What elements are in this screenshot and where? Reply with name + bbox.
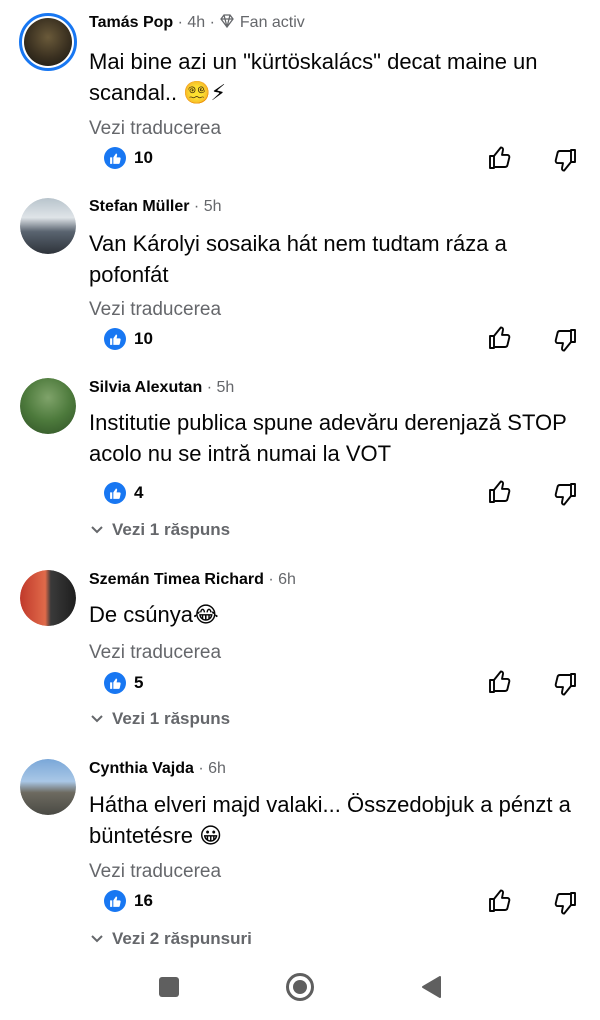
square-icon <box>159 977 179 997</box>
reaction-summary[interactable]: 4 <box>104 481 143 505</box>
like-badge-icon <box>104 328 126 350</box>
thumbs-down-icon[interactable] <box>552 327 578 353</box>
thumbs-down-icon[interactable] <box>552 671 578 697</box>
reaction-summary[interactable]: 5 <box>104 671 143 695</box>
view-replies-label: Vezi 2 răspunsuri <box>112 929 252 948</box>
thumbs-up-icon[interactable] <box>487 145 513 171</box>
comment-text: Mai bine azi un "kürtöskalács" decat mai… <box>89 49 538 105</box>
thumbs-down-icon[interactable] <box>552 147 578 173</box>
like-count: 16 <box>134 891 153 910</box>
like-count: 10 <box>134 148 153 167</box>
author-name[interactable]: Stefan Müller <box>89 198 189 215</box>
thumbs-down-icon[interactable] <box>552 890 578 916</box>
comment-text: Hátha elveri majd valaki... Összedobjuk … <box>89 792 571 848</box>
recents-button[interactable] <box>152 970 186 1004</box>
avatar[interactable] <box>20 570 76 626</box>
comment-text: De csúnya😂 <box>89 602 219 627</box>
thumbs-up-icon[interactable] <box>487 325 513 351</box>
back-button[interactable] <box>414 970 448 1004</box>
comment-time: 6h <box>278 571 296 588</box>
avatar[interactable] <box>20 378 76 434</box>
thumbs-down-icon[interactable] <box>552 481 578 507</box>
avatar[interactable] <box>19 13 77 71</box>
avatar[interactable] <box>20 198 76 254</box>
comment-time: 5h <box>216 379 235 396</box>
like-badge-icon <box>104 482 126 504</box>
like-count: 5 <box>134 673 144 692</box>
view-replies-button[interactable]: Vezi 2 răspunsuri <box>90 929 252 949</box>
see-translation-link[interactable]: Vezi traducerea <box>89 861 221 883</box>
like-badge-icon <box>104 890 126 912</box>
diamond-icon <box>219 14 239 31</box>
view-replies-button[interactable]: Vezi 1 răspuns <box>90 520 230 540</box>
thumbs-up-icon[interactable] <box>487 479 513 505</box>
chevron-down-icon <box>91 526 103 534</box>
like-count: 10 <box>134 329 153 348</box>
like-count: 4 <box>134 483 144 502</box>
reaction-summary[interactable]: 10 <box>104 327 153 351</box>
system-navigation-bar <box>0 960 600 1010</box>
see-translation-link[interactable]: Vezi traducerea <box>89 299 221 321</box>
see-translation-link[interactable]: Vezi traducerea <box>89 642 221 664</box>
author-name[interactable]: Tamás Pop <box>89 14 173 31</box>
thumbs-up-icon[interactable] <box>487 888 513 914</box>
reaction-summary[interactable]: 10 <box>104 146 153 170</box>
author-name[interactable]: Cynthia Vajda <box>89 760 194 777</box>
chevron-down-icon <box>91 935 103 943</box>
like-badge-icon <box>104 147 126 169</box>
comment-meta: Cynthia Vajda · 6h <box>89 760 226 777</box>
comment-meta: Tamás Pop · 4h · Fan activ <box>89 14 305 31</box>
chevron-down-icon <box>91 715 103 723</box>
view-replies-label: Vezi 1 răspuns <box>112 709 231 728</box>
circle-icon <box>286 973 314 1001</box>
view-replies-label: Vezi 1 răspuns <box>112 520 231 539</box>
home-button[interactable] <box>283 970 317 1004</box>
reaction-summary[interactable]: 16 <box>104 889 153 913</box>
comment-meta: Stefan Müller · 5h <box>89 198 222 215</box>
see-translation-link[interactable]: Vezi traducerea <box>89 118 221 140</box>
avatar[interactable] <box>20 759 76 815</box>
comment-time: 5h <box>203 198 222 215</box>
author-name[interactable]: Silvia Alexutan <box>89 379 202 396</box>
comment-meta: Silvia Alexutan · 5h <box>89 379 235 396</box>
like-badge-icon <box>104 672 126 694</box>
fan-badge: Fan activ <box>239 14 305 31</box>
author-name[interactable]: Szemán Timea Richard <box>89 571 264 588</box>
comment-time: 6h <box>208 760 226 777</box>
comment-meta: Szemán Timea Richard · 6h <box>89 571 296 588</box>
comment-text: Van Károlyi sosaika hát nem tudtam ráza … <box>89 231 507 287</box>
comment-text: Institutie publica spune adevăru derenja… <box>89 410 567 466</box>
view-replies-button[interactable]: Vezi 1 răspuns <box>90 709 230 729</box>
thumbs-up-icon[interactable] <box>487 669 513 695</box>
triangle-back-icon <box>422 976 441 998</box>
comment-time: 4h <box>187 14 206 31</box>
